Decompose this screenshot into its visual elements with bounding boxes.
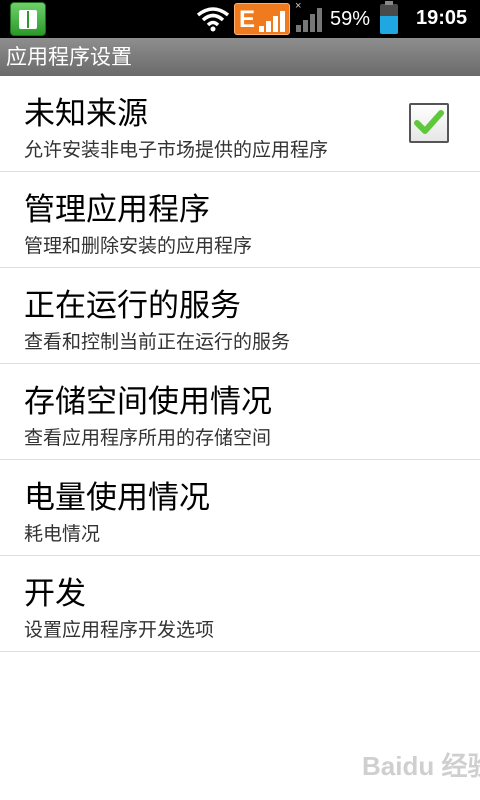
setting-title: 存储空间使用情况 [24, 384, 272, 420]
watermark: Baidu 经验 [362, 751, 480, 781]
battery-icon [380, 1, 398, 34]
network-badge-label: E [239, 6, 256, 33]
setting-battery-use[interactable]: 电量使用情况 耗电情况 [0, 460, 480, 556]
setting-development[interactable]: 开发 设置应用程序开发选项 [0, 556, 480, 652]
setting-storage-use[interactable]: 存储空间使用情况 查看应用程序所用的存储空间 [0, 364, 480, 460]
status-bar: E × 59% 19:05 [0, 0, 480, 38]
setting-subtitle: 管理和删除安装的应用程序 [24, 235, 253, 257]
app-icon[interactable] [10, 2, 46, 36]
setting-subtitle: 设置应用程序开发选项 [24, 619, 215, 641]
setting-manage-applications[interactable]: 管理应用程序 管理和删除安装的应用程序 [0, 172, 480, 268]
setting-subtitle: 查看应用程序所用的存储空间 [24, 427, 272, 449]
setting-running-services[interactable]: 正在运行的服务 查看和控制当前正在运行的服务 [0, 268, 480, 364]
setting-subtitle: 耗电情况 [24, 523, 101, 545]
setting-title: 正在运行的服务 [24, 288, 241, 324]
checkmark-icon [414, 110, 444, 134]
setting-subtitle: 查看和控制当前正在运行的服务 [24, 331, 291, 353]
page-title: 应用程序设置 [0, 38, 480, 76]
setting-subtitle: 允许安装非电子市场提供的应用程序 [24, 139, 329, 161]
signal-icon [296, 8, 322, 32]
clock: 19:05 [416, 7, 468, 29]
setting-title: 开发 [24, 576, 86, 612]
setting-title: 电量使用情况 [24, 480, 210, 516]
setting-title: 管理应用程序 [24, 192, 210, 228]
battery-percent: 59% [330, 8, 371, 30]
setting-title: 未知来源 [24, 96, 148, 132]
settings-list: 未知来源 允许安装非电子市场提供的应用程序 管理应用程序 管理和删除安装的应用程… [0, 76, 480, 652]
setting-unknown-sources[interactable]: 未知来源 允许安装非电子市场提供的应用程序 [0, 76, 480, 172]
battery-fill [380, 16, 398, 34]
wifi-icon [196, 7, 230, 32]
unknown-sources-checkbox[interactable] [409, 103, 449, 143]
edge-network-icon: E [234, 3, 290, 35]
